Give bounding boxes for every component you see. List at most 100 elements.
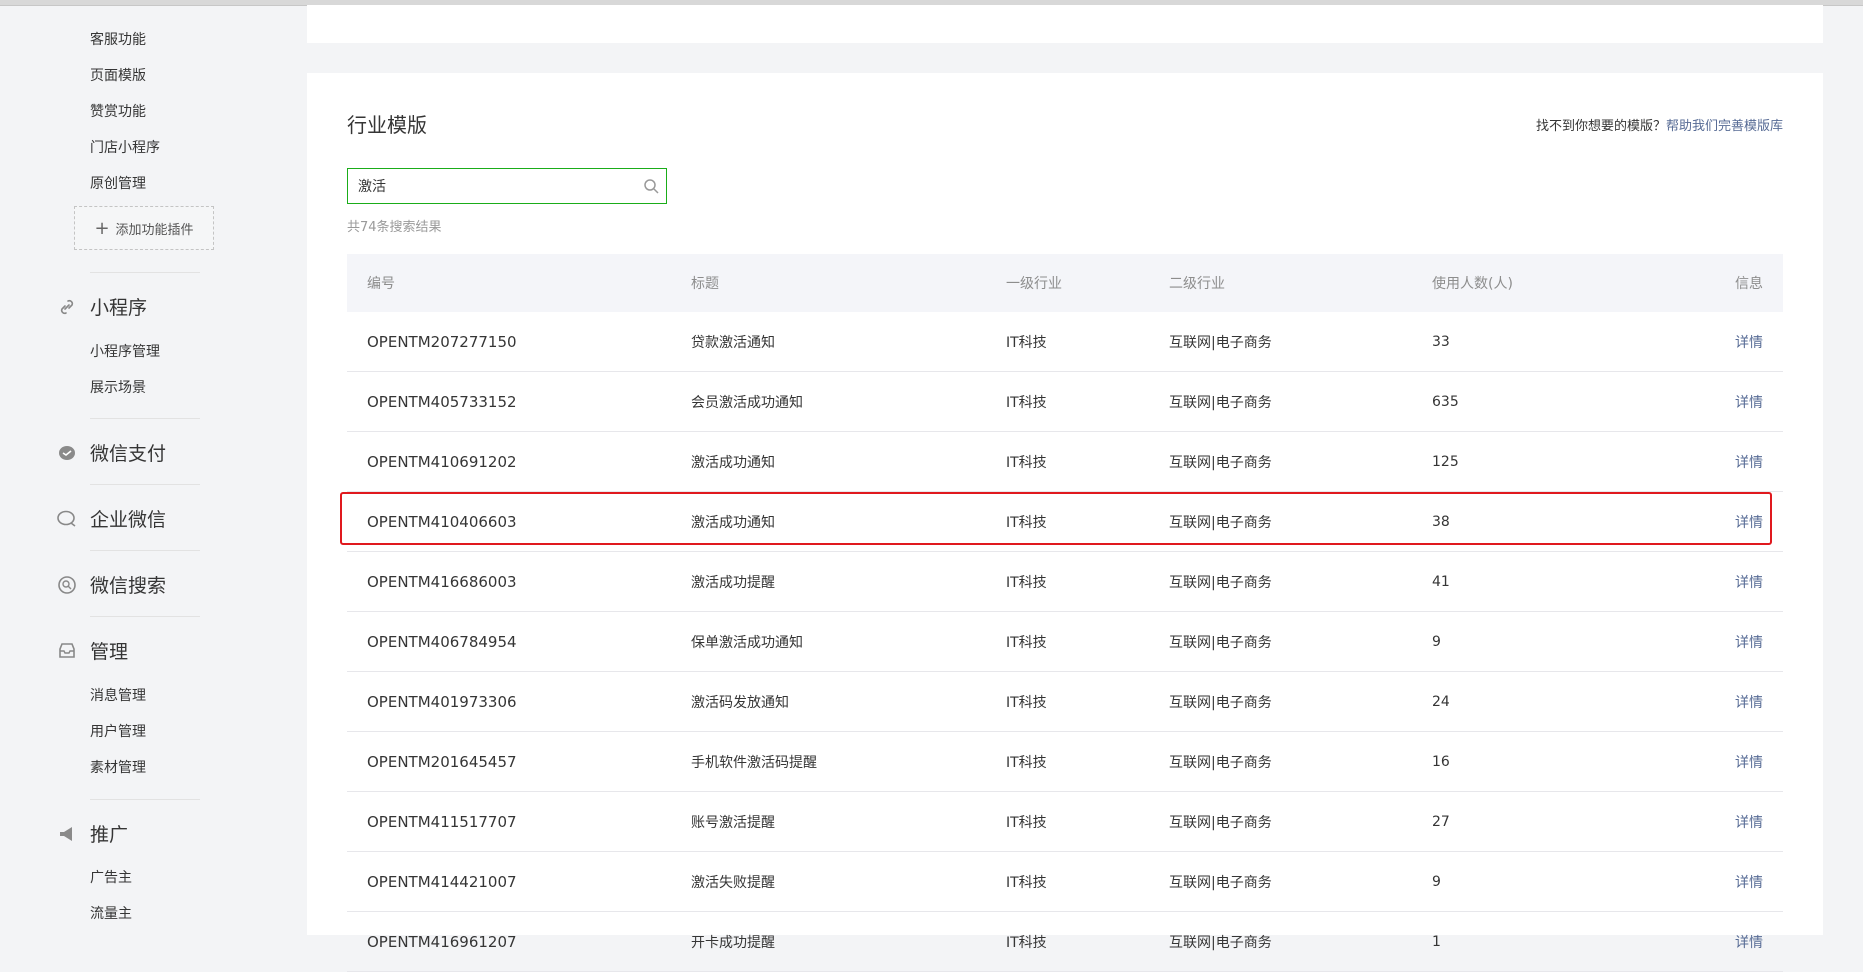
cell-title: 账号激活提醒 <box>691 814 775 831</box>
cell-industry1: IT科技 <box>1006 574 1047 591</box>
table-row: OPENTM414421007 激活失败提醒 IT科技 互联网|电子商务 9 详情 <box>347 852 1783 912</box>
cell-users: 16 <box>1432 753 1450 770</box>
add-plugin-label: 添加功能插件 <box>115 222 194 238</box>
cell-users: 635 <box>1432 393 1459 410</box>
cell-title: 激活成功提醒 <box>691 574 775 591</box>
cell-industry1: IT科技 <box>1006 754 1047 771</box>
table-row: OPENTM207277150 贷款激活通知 IT科技 互联网|电子商务 33 详情 <box>347 312 1783 372</box>
cell-industry2: 互联网|电子商务 <box>1169 754 1272 771</box>
cell-industry1: IT科技 <box>1006 814 1047 831</box>
cell-users: 33 <box>1432 333 1450 350</box>
result-count: 共74条搜索结果 <box>347 220 442 235</box>
cell-id: OPENTM207277150 <box>367 332 517 351</box>
detail-link[interactable]: 详情 <box>1733 692 1783 712</box>
cell-id: OPENTM410691202 <box>367 452 517 471</box>
sidebar-item-message-manage[interactable]: 消息管理 <box>90 685 146 705</box>
sidebar-section-miniprogram[interactable]: 小程序 <box>56 293 147 320</box>
template-card: 行业模版 找不到你想要的模版？帮助我们完善模版库 共74条搜索结果 编号 标题 … <box>307 73 1823 972</box>
cell-industry2: 互联网|电子商务 <box>1169 814 1272 831</box>
cell-users: 125 <box>1432 453 1459 470</box>
sidebar-item-display-scene[interactable]: 展示场景 <box>90 377 146 397</box>
divider <box>90 418 200 419</box>
cell-title: 手机软件激活码提醒 <box>691 754 817 771</box>
sidebar-section-wechat-search[interactable]: 微信搜索 <box>56 571 166 598</box>
cell-title: 激活成功通知 <box>691 454 775 471</box>
detail-link[interactable]: 详情 <box>1733 572 1783 592</box>
sidebar-item-publisher[interactable]: 流量主 <box>90 903 132 923</box>
section-title: 推广 <box>90 824 129 846</box>
table-row: OPENTM410406603 激活成功通知 IT科技 互联网|电子商务 38 详情 <box>347 492 1783 552</box>
sidebar-item-material-manage[interactable]: 素材管理 <box>90 757 146 777</box>
divider <box>90 272 200 273</box>
detail-link[interactable]: 详情 <box>1733 512 1783 532</box>
cell-industry1: IT科技 <box>1006 694 1047 711</box>
sidebar-item-store-miniprogram[interactable]: 门店小程序 <box>90 137 160 157</box>
cell-title: 激活失败提醒 <box>691 874 775 891</box>
help-link[interactable]: 帮助我们完善模版库 <box>1666 119 1783 134</box>
sidebar-item-page-template[interactable]: 页面模版 <box>90 65 146 85</box>
detail-link[interactable]: 详情 <box>1733 452 1783 472</box>
cell-industry1: IT科技 <box>1006 454 1047 471</box>
cell-industry2: 互联网|电子商务 <box>1169 634 1272 651</box>
table-header: 编号 标题 一级行业 二级行业 使用人数(人) 信息 <box>347 254 1783 312</box>
col-title: 标题 <box>691 276 719 292</box>
cell-industry1: IT科技 <box>1006 634 1047 651</box>
search-circle-icon <box>56 574 78 596</box>
cell-id: OPENTM401973306 <box>367 692 517 711</box>
cell-id: OPENTM201645457 <box>367 752 517 771</box>
link-icon <box>56 296 78 318</box>
cell-industry2: 互联网|电子商务 <box>1169 394 1272 411</box>
col-id: 编号 <box>367 276 395 292</box>
sidebar-item-customer-service[interactable]: 客服功能 <box>90 29 146 49</box>
search-input[interactable] <box>348 171 636 201</box>
detail-link[interactable]: 详情 <box>1733 632 1783 652</box>
search-box <box>347 168 667 204</box>
cell-industry2: 互联网|电子商务 <box>1169 454 1272 471</box>
cell-users: 9 <box>1432 633 1441 650</box>
section-title: 企业微信 <box>90 509 167 531</box>
search-icon[interactable] <box>636 178 666 194</box>
sidebar-item-miniprogram-manage[interactable]: 小程序管理 <box>90 341 160 361</box>
template-table: 编号 标题 一级行业 二级行业 使用人数(人) 信息 OPENTM2072771… <box>347 254 1783 972</box>
sidebar-section-manage[interactable]: 管理 <box>56 637 128 664</box>
sidebar-section-work-wechat[interactable]: 企业微信 <box>56 505 166 532</box>
sidebar-item-reward[interactable]: 赞赏功能 <box>90 101 146 121</box>
help-text: 找不到你想要的模版？帮助我们完善模版库 <box>1536 115 1783 134</box>
table-row: OPENTM416686003 激活成功提醒 IT科技 互联网|电子商务 41 详情 <box>347 552 1783 612</box>
cell-id: OPENTM411517707 <box>367 812 517 831</box>
table-body: OPENTM207277150 贷款激活通知 IT科技 互联网|电子商务 33 详情 OPE… <box>347 312 1783 972</box>
cell-title: 保单激活成功通知 <box>691 634 803 651</box>
cell-industry1: IT科技 <box>1006 874 1047 891</box>
detail-link[interactable]: 详情 <box>1733 872 1783 892</box>
detail-link[interactable]: 详情 <box>1733 332 1783 352</box>
add-plugin-button[interactable]: + 添加功能插件 <box>74 206 214 250</box>
cell-id: OPENTM410406603 <box>367 512 517 531</box>
cell-title: 激活成功通知 <box>691 514 775 531</box>
cell-users: 41 <box>1432 573 1450 590</box>
detail-link[interactable]: 详情 <box>1733 392 1783 412</box>
section-title: 微信支付 <box>90 443 167 465</box>
cell-industry2: 互联网|电子商务 <box>1169 574 1272 591</box>
cell-id: OPENTM414421007 <box>367 872 517 891</box>
sidebar-section-wechat-pay[interactable]: 微信支付 <box>56 439 166 466</box>
chat-bubble-icon <box>56 508 78 530</box>
sidebar-item-user-manage[interactable]: 用户管理 <box>90 721 146 741</box>
col-users: 使用人数(人) <box>1432 276 1513 292</box>
sidebar-section-promotion[interactable]: 推广 <box>56 820 128 847</box>
detail-link[interactable]: 详情 <box>1733 752 1783 772</box>
section-title: 小程序 <box>90 297 148 319</box>
detail-link[interactable]: 详情 <box>1733 812 1783 832</box>
sidebar-item-original[interactable]: 原创管理 <box>90 173 146 193</box>
cell-title: 贷款激活通知 <box>691 334 775 351</box>
cell-id: OPENTM406784954 <box>367 632 517 651</box>
inbox-icon <box>56 640 78 662</box>
cell-id: OPENTM416961207 <box>367 932 517 951</box>
cell-users: 9 <box>1432 873 1441 890</box>
sidebar: 客服功能 页面模版 赞赏功能 门店小程序 原创管理 + 添加功能插件 小程序 小… <box>0 5 290 935</box>
table-row: OPENTM405733152 会员激活成功通知 IT科技 互联网|电子商务 635 详情 <box>347 372 1783 432</box>
sidebar-item-advertiser[interactable]: 广告主 <box>90 867 132 887</box>
table-row: OPENTM201645457 手机软件激活码提醒 IT科技 互联网|电子商务 16 详情 <box>347 732 1783 792</box>
col-industry1: 一级行业 <box>1006 276 1062 292</box>
cell-title: 激活码发放通知 <box>691 694 789 711</box>
cell-industry1: IT科技 <box>1006 394 1047 411</box>
